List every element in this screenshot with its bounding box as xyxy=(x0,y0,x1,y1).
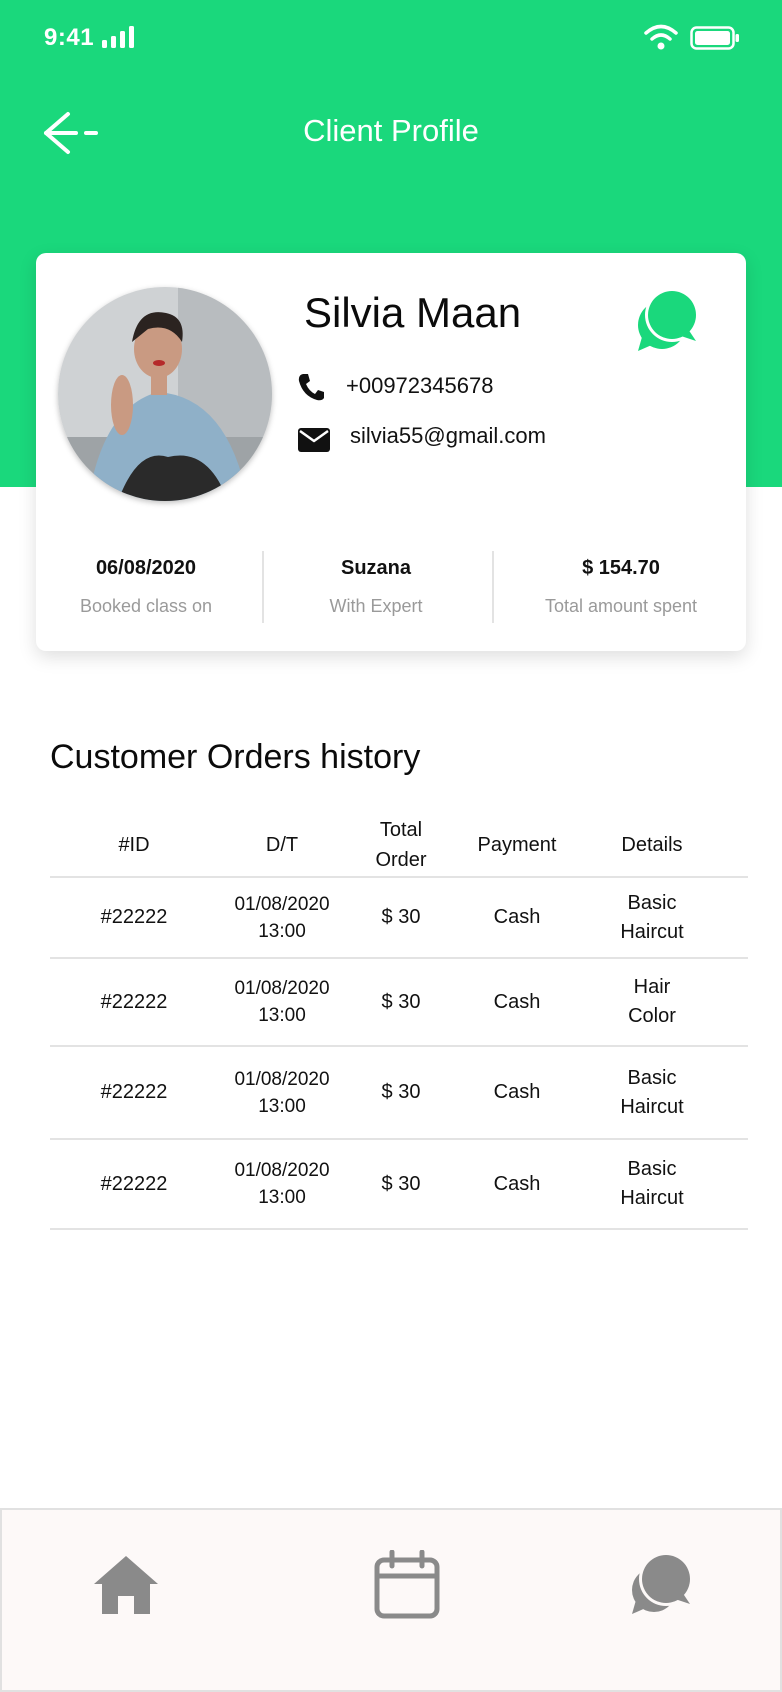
signal-icon xyxy=(102,26,134,48)
stat-booked: 06/08/2020 Booked class on xyxy=(46,557,246,617)
order-date: 01/08/2020 xyxy=(234,978,330,999)
table-row[interactable]: #22222 01/08/2020 13:00 $ 30 Cash Hair Co… xyxy=(50,959,748,1047)
nav-messages[interactable] xyxy=(628,1552,694,1621)
email-address: silvia55@gmail.com xyxy=(350,423,546,448)
client-name: Silvia Maan xyxy=(304,289,522,336)
column-header-dt: D/T xyxy=(265,834,299,856)
battery-icon xyxy=(690,26,739,50)
stat-label: Total amount spent xyxy=(544,596,698,616)
order-payment: Cash xyxy=(493,906,541,928)
order-total: $ 30 xyxy=(381,990,421,1013)
order-datetime: 01/08/2020 13:00 xyxy=(218,1140,346,1228)
order-payment: Cash xyxy=(493,1081,541,1103)
wifi-icon xyxy=(644,24,678,50)
order-id: #22222 xyxy=(100,906,168,928)
order-time: 13:00 xyxy=(258,920,306,942)
order-details: Basic Haircut xyxy=(620,1066,684,1118)
chat-bubbles-icon xyxy=(638,288,699,351)
order-datetime: 01/08/2020 13:00 xyxy=(218,878,346,957)
order-details: Hair Color xyxy=(628,976,676,1027)
column-header-payment: Payment xyxy=(477,834,557,856)
column-header-id: #ID xyxy=(118,834,150,856)
status-time: 9:41 xyxy=(44,24,95,51)
email-icon xyxy=(298,428,330,452)
nav-calendar[interactable] xyxy=(374,1549,440,1625)
column-header-details: Details xyxy=(621,834,683,856)
stat-value: Suzana xyxy=(340,557,412,579)
stat-total-spent: $ 154.70 Total amount spent xyxy=(506,557,736,617)
stat-value: $ 154.70 xyxy=(582,557,660,579)
profile-card: Silvia Maan +00972345678 silvia55@gmail.… xyxy=(36,253,746,651)
column-header-total: Total Order xyxy=(375,819,427,871)
status-bar: 9:41 xyxy=(0,0,782,78)
stat-divider xyxy=(492,551,494,623)
stat-expert: Suzana With Expert xyxy=(276,557,476,617)
order-time: 13:00 xyxy=(258,1187,306,1208)
page-title: Client Profile xyxy=(303,113,479,148)
bottom-nav xyxy=(0,1508,782,1692)
table-header-row: #ID D/T Total Order Payment Details xyxy=(50,812,748,878)
order-date: 01/08/2020 xyxy=(234,893,330,915)
nav-home[interactable] xyxy=(92,1554,160,1621)
order-details: Basic Haircut xyxy=(620,1158,684,1209)
order-time: 13:00 xyxy=(258,1005,306,1026)
order-id: #22222 xyxy=(100,1081,168,1103)
table-row[interactable]: #22222 01/08/2020 13:00 $ 30 Cash Basic H… xyxy=(50,878,748,959)
client-photo xyxy=(58,287,272,501)
order-time: 13:00 xyxy=(258,1095,306,1117)
calendar-icon xyxy=(374,1549,440,1619)
stat-divider xyxy=(262,551,264,623)
phone-number: +00972345678 xyxy=(346,373,494,398)
order-total: $ 30 xyxy=(381,906,421,928)
stat-label: Booked class on xyxy=(79,596,213,616)
phone-icon xyxy=(298,374,324,401)
stat-value: 06/08/2020 xyxy=(95,557,197,579)
order-total: $ 30 xyxy=(381,1172,421,1195)
home-icon xyxy=(94,1556,158,1614)
stat-label: With Expert xyxy=(329,596,423,616)
chat-icon xyxy=(632,1552,693,1614)
order-date: 01/08/2020 xyxy=(234,1160,330,1181)
order-id: #22222 xyxy=(100,990,168,1013)
chat-button[interactable] xyxy=(632,287,700,353)
avatar xyxy=(58,287,272,501)
order-datetime: 01/08/2020 13:00 xyxy=(218,959,346,1045)
orders-table: #ID D/T Total Order Payment Details #222… xyxy=(50,812,748,1230)
order-details: Basic Haircut xyxy=(620,891,684,943)
order-datetime: 01/08/2020 13:00 xyxy=(218,1047,346,1138)
order-total: $ 30 xyxy=(381,1081,421,1103)
order-payment: Cash xyxy=(493,1172,541,1195)
order-date: 01/08/2020 xyxy=(234,1068,330,1090)
table-row[interactable]: #22222 01/08/2020 13:00 $ 30 Cash Basic H… xyxy=(50,1047,748,1140)
order-payment: Cash xyxy=(493,990,541,1013)
table-row[interactable]: #22222 01/08/2020 13:00 $ 30 Cash Basic H… xyxy=(50,1140,748,1230)
orders-section-title: Customer Orders history xyxy=(50,738,421,776)
order-id: #22222 xyxy=(100,1172,168,1195)
